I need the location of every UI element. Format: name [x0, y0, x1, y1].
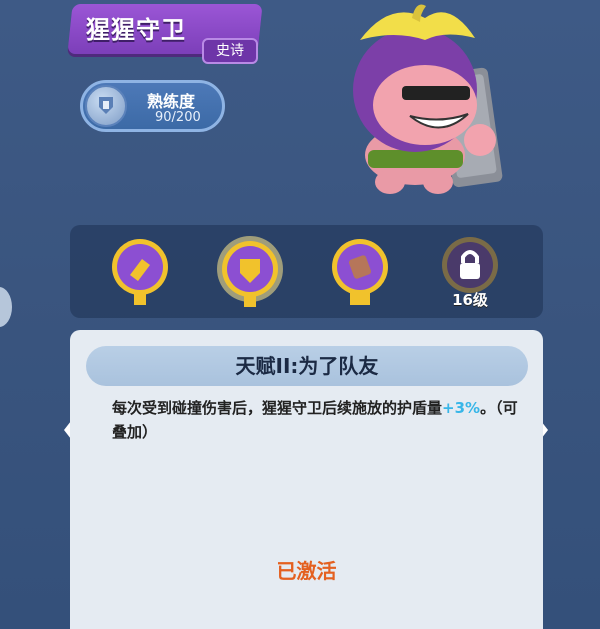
side-tab-edge[interactable] — [0, 287, 12, 327]
proficiency-label: 熟练度 — [147, 92, 196, 111]
talent-description: 每次受到碰撞伤害后，猩猩守卫后续施放的护盾量+3%。（可叠加） — [112, 396, 522, 444]
talent-detail-panel: 天赋II:为了队友 每次受到碰撞伤害后，猩猩守卫后续施放的护盾量+3%。（可叠加… — [70, 330, 543, 629]
talent-title-bar: 天赋II:为了队友 — [86, 346, 528, 386]
rarity-badge: 史诗 — [202, 38, 258, 64]
rocket-badge-icon — [112, 239, 168, 305]
desc-prefix: 每次受到碰撞伤害后，猩猩守卫后续施放的护盾量 — [112, 399, 443, 417]
lock-icon — [442, 237, 498, 293]
talent-2-button[interactable] — [215, 235, 285, 309]
activated-status: 已激活 — [276, 559, 337, 583]
talent-selector: 16级 — [70, 225, 543, 318]
talent-title: 天赋II:为了队友 — [235, 354, 379, 378]
hero-name: 猩猩守卫 — [86, 16, 186, 44]
proficiency-pill[interactable]: 熟练度 90/200 — [80, 80, 225, 132]
scroll-badge-icon — [332, 239, 388, 305]
hero-portrait — [330, 0, 520, 205]
shield-badge-icon — [217, 236, 283, 307]
talent-3-button[interactable] — [325, 235, 395, 309]
medal-icon — [85, 85, 127, 127]
unlock-level-label: 16级 — [452, 291, 488, 309]
proficiency-value: 90/200 — [155, 110, 201, 125]
desc-highlight: +3% — [442, 399, 481, 417]
talent-1-button[interactable] — [105, 235, 175, 309]
talent-4-locked[interactable]: 16级 — [435, 235, 505, 309]
